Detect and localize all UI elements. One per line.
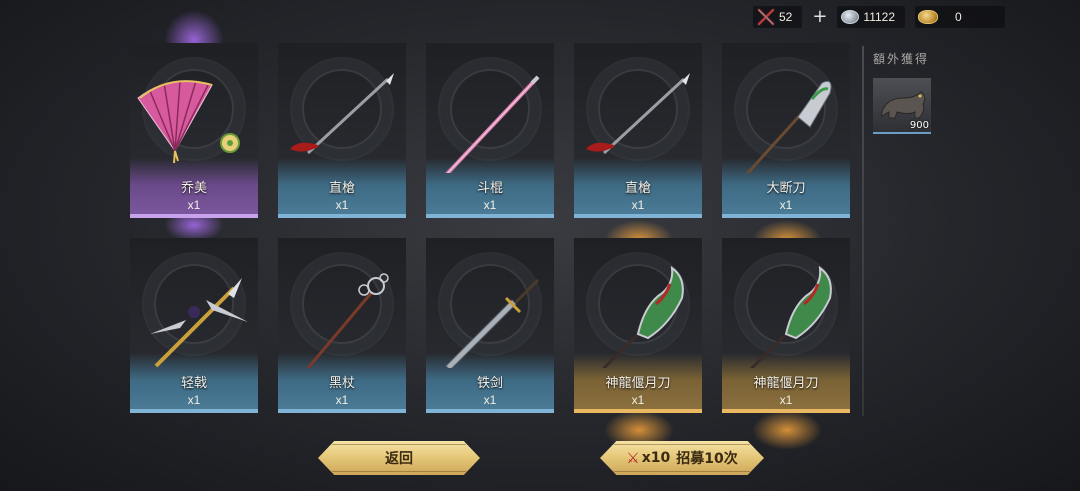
silver-resource: 11122 [837,6,905,28]
dragon-glaive-icon [749,265,832,368]
reward-card[interactable]: 斗棍 x1 [426,43,554,218]
item-name: 直槍 [328,181,355,196]
bonus-qty: 900 [909,120,929,131]
reward-card[interactable]: 黑杖 x1 [278,238,406,413]
item-qty: x1 [187,198,201,212]
item-qty: x1 [779,198,793,212]
back-label: 返回 [385,451,413,467]
gold-resource: 0 [915,6,1005,28]
gold-glow [752,410,822,450]
rarity-edge [574,214,702,218]
rarity-edge [130,214,258,218]
reward-card[interactable]: 直槍 x1 [278,43,406,218]
rarity-edge [130,409,258,413]
item-name: 神龍偃月刀 [753,376,819,391]
item-name: 轻戟 [180,376,207,391]
item-qty: x1 [335,393,349,407]
rarity-edge [722,214,850,218]
gold-count: 0 [955,10,962,24]
staff-icon [445,75,540,173]
resource-bar: 52 + 11122 0 [743,6,1005,28]
spear-icon [290,73,394,155]
item-qty: x1 [779,393,793,407]
item-name: 斗棍 [476,181,503,196]
reward-card[interactable]: 铁剑 x1 [426,238,554,413]
dragon-glaive-icon [601,265,684,368]
reward-card[interactable]: 乔美 x1 [130,43,258,218]
folding-fan-icon [137,80,240,164]
bonus-item[interactable]: 900 [873,78,931,134]
gold-ingot-icon [915,6,941,28]
rarity-edge [426,409,554,413]
swords-resource: 52 [752,6,803,28]
item-qty: x1 [335,198,349,212]
spear-icon [586,73,690,155]
item-qty: x1 [187,393,201,407]
item-name: 直槍 [624,181,651,196]
recruit-label: 招募10次 [676,451,738,467]
item-qty: x1 [483,393,497,407]
reward-card[interactable]: 神龍偃月刀 x1 [722,238,850,413]
sword-icon [445,278,540,368]
item-qty: x1 [483,198,497,212]
add-resource-button[interactable]: + [812,7,827,27]
item-name: 神龍偃月刀 [605,376,671,391]
silver-count: 11122 [863,10,895,24]
recruit-cost: x10 [641,450,671,466]
glaive-icon [745,80,832,173]
reward-card[interactable]: 轻戟 x1 [130,238,258,413]
staff-icon [306,273,389,368]
recruit-ten-button[interactable]: ⚔ x10 招募10次 [600,441,764,475]
silver-coin-icon [837,6,863,28]
rarity-edge [574,409,702,413]
rarity-edge [426,214,554,218]
item-name: 黑杖 [328,376,355,391]
rarity-edge [278,409,406,413]
item-qty: x1 [631,393,645,407]
item-name: 乔美 [180,181,207,196]
rarity-edge [278,214,406,218]
reward-card[interactable]: 大断刀 x1 [722,43,850,218]
side-divider [862,46,864,416]
halberd-icon [150,278,248,368]
item-name: 铁剑 [476,376,503,391]
crossed-swords-icon [753,6,779,28]
back-button[interactable]: 返回 [318,441,480,475]
item-qty: x1 [631,198,645,212]
bonus-title: 額外獲得 [873,52,930,66]
reward-card[interactable]: 直槍 x1 [574,43,702,218]
rarity-edge [722,409,850,413]
item-name: 大断刀 [766,181,806,196]
crossed-swords-icon: ⚔ [626,449,640,467]
swords-count: 52 [778,10,793,24]
reward-card[interactable]: 神龍偃月刀 x1 [574,238,702,413]
